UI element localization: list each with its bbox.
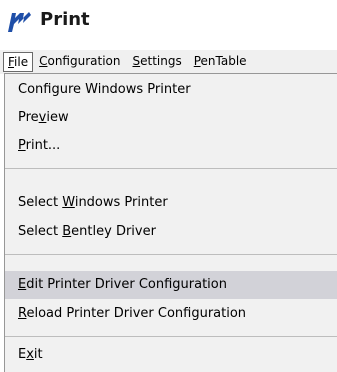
- file-menu-dropdown: Configure Windows Printer Preview Print.…: [4, 73, 337, 372]
- menu-separator: [5, 254, 337, 255]
- menu-item-reload-printer-driver-configuration[interactable]: Reload Printer Driver Configuration: [5, 300, 337, 328]
- menu-item-print[interactable]: Print...: [5, 132, 337, 160]
- menu-settings[interactable]: Settings: [127, 52, 188, 72]
- menu-separator: [5, 168, 337, 169]
- menu-configuration[interactable]: Configuration: [33, 52, 126, 72]
- menu-pentable[interactable]: PenTable: [188, 52, 253, 72]
- window-title: Print: [40, 9, 90, 30]
- menu-item-preview[interactable]: Preview: [5, 104, 337, 132]
- menu-item-select-bentley-driver[interactable]: Select Bentley Driver: [5, 218, 337, 246]
- menu-item-select-windows-printer[interactable]: Select Windows Printer: [5, 189, 337, 217]
- menu-item-edit-printer-driver-configuration[interactable]: Edit Printer Driver Configuration: [5, 271, 337, 299]
- menu-file[interactable]: File: [3, 52, 34, 72]
- bentley-logo-icon: [8, 12, 31, 32]
- menu-item-exit[interactable]: Exit: [5, 341, 337, 369]
- title-bar: Print: [0, 0, 337, 46]
- menu-bar: File Configuration Settings PenTable: [0, 50, 337, 74]
- menu-item-configure-windows-printer[interactable]: Configure Windows Printer: [5, 76, 337, 104]
- menu-separator: [5, 336, 337, 337]
